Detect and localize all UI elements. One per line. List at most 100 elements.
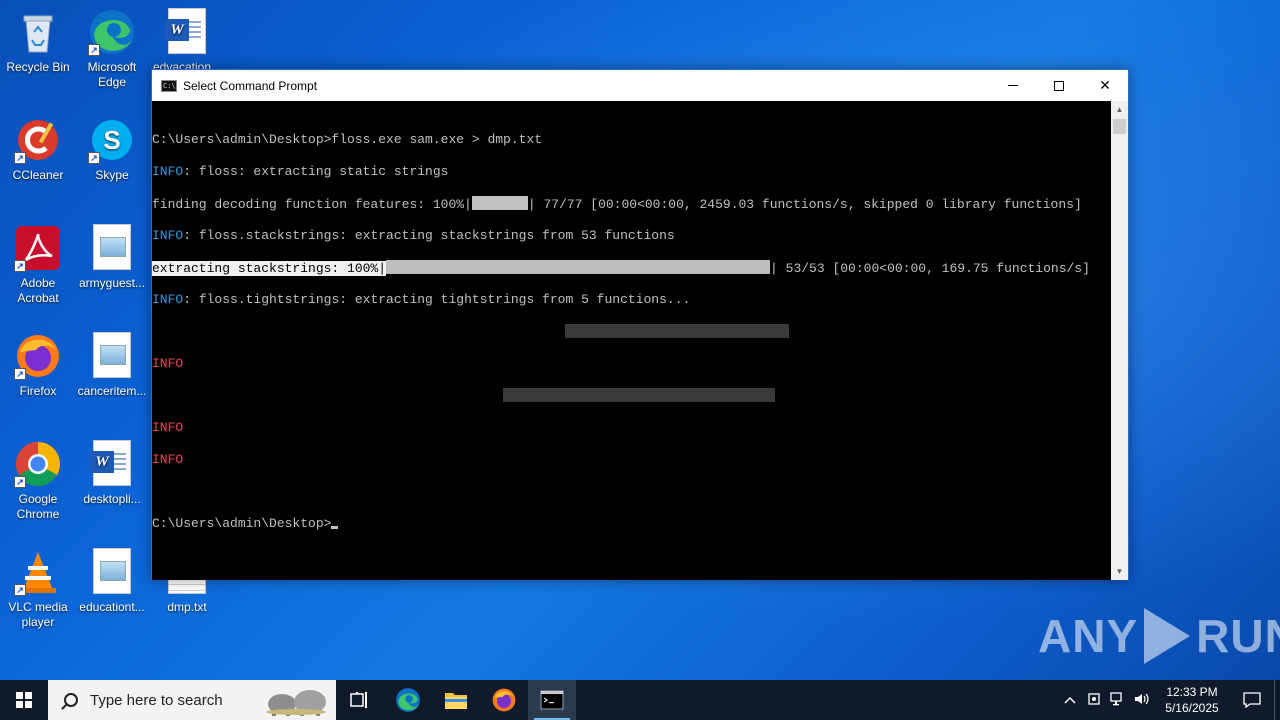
console-text: : floss.tightstrings: extracting tightst… (183, 292, 691, 307)
command-prompt-icon: C:\ (161, 79, 177, 92)
desktop-icon-google-chrome[interactable]: ↗ Google Chrome (0, 440, 76, 522)
info-prefix: INFO (152, 228, 184, 243)
desktop-icon-adobe-acrobat[interactable]: ↗ Adobe Acrobat (0, 224, 76, 306)
scroll-up-arrow-icon[interactable]: ▲ (1111, 101, 1128, 118)
shortcut-arrow-icon: ↗ (14, 260, 26, 272)
console-text: : floss.string_decoder: decoding strings (183, 356, 496, 371)
scroll-down-arrow-icon[interactable]: ▼ (1111, 563, 1128, 580)
edge-icon: ↗ (88, 8, 136, 56)
maximize-icon (1054, 80, 1064, 91)
console-text: | 53/53 [00:00<00:00, 169.75 functions/s… (770, 261, 1090, 276)
console-text: : floss: rendering results (183, 452, 387, 467)
window-titlebar[interactable]: C:\ Select Command Prompt ✕ (152, 70, 1128, 101)
taskbar-file-explorer-button[interactable] (432, 680, 480, 720)
info-prefix: INFO (152, 292, 184, 307)
desktop-icon-label: canceritem... (77, 384, 147, 398)
system-tray: 12:33 PM 5/16/2025 (1058, 680, 1280, 720)
console-line: finding decoding function features: 100%… (152, 196, 1112, 212)
desktop-icon-armyguest[interactable]: armyguest... (74, 224, 150, 291)
image-file-icon (88, 548, 136, 596)
firefox-icon: ↗ (14, 332, 62, 380)
command-prompt-window[interactable]: C:\ Select Command Prompt ✕ C:\Users\adm… (151, 69, 1129, 580)
desktop-icon-edvacation[interactable]: W edvacation... (149, 8, 225, 75)
progress-bar-decoding-features (471, 196, 528, 210)
console-output[interactable]: C:\Users\admin\Desktop>floss.exe sam.exe… (152, 101, 1112, 580)
show-desktop-button[interactable] (1274, 680, 1280, 720)
desktop-icon-label: Skype (95, 168, 129, 182)
shortcut-arrow-icon: ↗ (88, 44, 100, 56)
desktop-icon-vlc[interactable]: ↗ VLC media player (0, 548, 76, 630)
svg-text:S: S (103, 125, 120, 155)
taskbar-clock[interactable]: 12:33 PM 5/16/2025 (1154, 684, 1230, 716)
console-line: INFO: floss.stackstrings: extracting sta… (152, 228, 1112, 244)
edge-icon (396, 688, 420, 712)
console-line: INFO: floss: extracting static strings (152, 164, 1112, 180)
desktop-icon-label: dmp.txt (167, 600, 207, 614)
desktop-icon-desktopli[interactable]: W desktopli... (74, 440, 150, 507)
console-text: extracting stackstrings: 100%| (152, 261, 387, 276)
progress-bar-stackstrings (386, 260, 771, 274)
desktop-icon-canceritem[interactable]: canceritem... (74, 332, 150, 399)
desktop-icon-label: Recycle Bin (6, 60, 70, 74)
console-text: : floss.stackstrings: extracting stackst… (183, 228, 675, 243)
action-center-button[interactable] (1230, 692, 1274, 708)
acrobat-icon: ↗ (14, 224, 62, 272)
scrollbar-thumb[interactable] (1113, 119, 1126, 134)
taskbar-search-box[interactable]: Type here to search (48, 680, 336, 720)
taskbar-firefox-button[interactable] (480, 680, 528, 720)
console-text: | 5/5 [00:00<00:00, 45.63 functions/s] (789, 325, 1086, 340)
watermark-play-icon (1144, 608, 1191, 664)
shortcut-arrow-icon: ↗ (14, 368, 26, 380)
vertical-scrollbar[interactable]: ▲ ▼ (1111, 101, 1128, 580)
desktop-icon-label: Firefox (19, 384, 57, 398)
watermark-text-left: ANY (1038, 610, 1139, 662)
desktop-icon-label: Adobe Acrobat (17, 276, 59, 305)
desktop-icon-firefox[interactable]: ↗ Firefox (0, 332, 76, 399)
desktop-icon-recycle-bin[interactable]: Recycle Bin (0, 8, 76, 75)
taskbar: Type here to search 12:33 PM 5/16/2025 (0, 680, 1280, 720)
show-hidden-icons-chevron-up-icon[interactable] (1058, 693, 1082, 707)
text-cursor (331, 526, 339, 529)
skype-icon: S ↗ (88, 116, 136, 164)
security-shield-icon[interactable] (1082, 691, 1106, 710)
minimize-button[interactable] (990, 70, 1036, 101)
image-file-icon (88, 224, 136, 272)
desktop-icon-label: CCleaner (12, 168, 64, 182)
network-icon[interactable] (1106, 691, 1130, 709)
close-button[interactable]: ✕ (1082, 70, 1128, 101)
console-text: | 77/77 [00:00<00:00, 2459.03 functions/… (527, 197, 1082, 212)
vlc-icon: ↗ (14, 548, 62, 596)
volume-icon[interactable] (1130, 692, 1154, 709)
file-explorer-icon (445, 693, 467, 709)
desktop-icon-educationt[interactable]: educationt... (74, 548, 150, 615)
taskbar-command-prompt-button[interactable] (528, 680, 576, 720)
info-prefix: INFO (152, 164, 184, 179)
clock-date: 5/16/2025 (1165, 701, 1219, 715)
command-prompt-icon (540, 690, 564, 710)
shortcut-arrow-icon: ↗ (14, 152, 26, 164)
progress-bar-tightstrings (565, 324, 790, 338)
desktop-icon-microsoft-edge[interactable]: ↗ Microsoft Edge (74, 8, 150, 90)
info-prefix: INFO (152, 356, 184, 371)
word-document-icon: W (88, 440, 136, 488)
console-text: extracting tightstrings from function 0x… (152, 325, 566, 340)
task-view-button[interactable] (336, 680, 384, 720)
console-text: : floss: finished execution after 11.27 … (183, 420, 550, 435)
taskbar-edge-button[interactable] (384, 680, 432, 720)
shortcut-arrow-icon: ↗ (88, 152, 100, 164)
console-line-selected: emulating function 0x402dd0 (call 1/1): … (152, 388, 1112, 404)
desktop-icon-label: armyguest... (78, 276, 146, 290)
console-line: extracting stackstrings: 100%| | 53/53 [0… (152, 260, 1112, 276)
start-button[interactable] (0, 680, 48, 720)
console-line-selected: extracting tightstrings from function 0x… (152, 324, 1112, 340)
maximize-button[interactable] (1036, 70, 1082, 101)
console-line: C:\Users\admin\Desktop>floss.exe sam.exe… (152, 132, 1112, 148)
desktop-icon-ccleaner[interactable]: ↗ CCleaner (0, 116, 76, 183)
desktop-icon-label: educationt... (79, 600, 145, 614)
image-file-icon (88, 332, 136, 380)
desktop-icon-skype[interactable]: S ↗ Skype (74, 116, 150, 183)
close-icon: ✕ (1099, 77, 1111, 94)
desktop-icon-label: VLC media player (8, 600, 68, 629)
minimize-icon (1008, 85, 1018, 86)
